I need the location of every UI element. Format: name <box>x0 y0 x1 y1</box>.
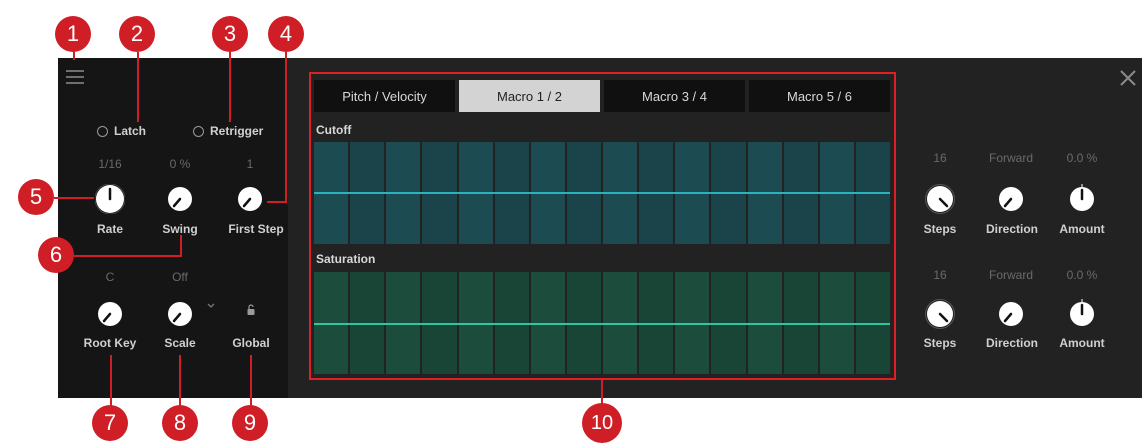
scale-label: Scale <box>164 336 196 350</box>
scale-value: Off <box>172 270 188 284</box>
callout-line-6a <box>74 255 182 257</box>
callout-badge-4: 4 <box>268 16 304 52</box>
lane1-direction-value: Forward <box>988 151 1034 165</box>
lane2-amount-value: 0.0 % <box>1066 268 1098 282</box>
callout-badge-6: 6 <box>38 237 74 273</box>
callout-badge-3: 3 <box>212 16 248 52</box>
latch-toggle[interactable]: Latch <box>97 124 146 138</box>
tab-pitch-velocity[interactable]: Pitch / Velocity <box>314 80 455 112</box>
radio-icon <box>193 125 204 137</box>
macro-tabs: Pitch / Velocity Macro 1 / 2 Macro 3 / 4… <box>314 80 890 112</box>
lane1-amount-knob[interactable] <box>1067 184 1097 214</box>
lane2-steps-knob[interactable] <box>925 299 955 329</box>
lane1-direction-knob[interactable] <box>996 184 1026 214</box>
callout-badge-9: 9 <box>232 405 268 441</box>
callout-line-5 <box>54 197 94 199</box>
rate-knob[interactable] <box>95 184 125 214</box>
tab-macro-5-6[interactable]: Macro 5 / 6 <box>749 80 890 112</box>
callout-line-7 <box>110 355 112 407</box>
swing-value: 0 % <box>169 157 191 171</box>
lock-icon[interactable] <box>246 304 256 316</box>
callout-line-2 <box>137 52 139 122</box>
callout-line-9 <box>250 355 252 407</box>
lane2-direction-label: Direction <box>985 336 1039 350</box>
rate-label: Rate <box>96 222 124 236</box>
callout-badge-5: 5 <box>18 179 54 215</box>
tab-macro-1-2[interactable]: Macro 1 / 2 <box>459 80 600 112</box>
cutoff-baseline <box>314 192 890 194</box>
retrigger-toggle[interactable]: Retrigger <box>193 124 263 138</box>
root-key-knob[interactable] <box>95 299 125 329</box>
swing-knob[interactable] <box>165 184 195 214</box>
lane2-amount-knob[interactable] <box>1067 299 1097 329</box>
radio-icon <box>97 125 108 137</box>
latch-label: Latch <box>114 124 147 138</box>
first-step-knob[interactable] <box>235 184 265 214</box>
rate-value: 1/16 <box>98 157 122 171</box>
callout-line-4b <box>267 201 287 203</box>
lane2-steps-label: Steps <box>923 336 957 350</box>
callout-badge-8: 8 <box>162 405 198 441</box>
global-label: Global <box>232 336 270 350</box>
lane1-steps-value: 16 <box>933 151 947 165</box>
lane1-direction-label: Direction <box>985 222 1039 236</box>
first-step-label: First Step <box>228 222 284 236</box>
callout-line-4a <box>285 52 287 203</box>
scale-knob[interactable] <box>165 299 195 329</box>
lane1-steps-knob[interactable] <box>925 184 955 214</box>
lane2-direction-knob[interactable] <box>996 299 1026 329</box>
first-step-value: 1 <box>246 157 254 171</box>
callout-badge-10: 10 <box>582 403 622 443</box>
lane1-amount-value: 0.0 % <box>1066 151 1098 165</box>
callout-line-3 <box>229 52 231 122</box>
callout-line-6b <box>180 235 182 257</box>
menu-icon[interactable] <box>66 70 84 84</box>
tab-macro-3-4[interactable]: Macro 3 / 4 <box>604 80 745 112</box>
saturation-lane-title: Saturation <box>316 252 376 266</box>
lane2-direction-value: Forward <box>988 268 1034 282</box>
lane1-amount-label: Amount <box>1059 222 1105 236</box>
cutoff-lane-title: Cutoff <box>316 123 352 137</box>
callout-badge-7: 7 <box>92 405 128 441</box>
lane2-steps-value: 16 <box>933 268 947 282</box>
callout-badge-1: 1 <box>55 16 91 52</box>
close-icon[interactable] <box>1118 68 1138 88</box>
swing-label: Swing <box>162 222 198 236</box>
callout-line-8 <box>179 355 181 407</box>
lane2-amount-label: Amount <box>1059 336 1105 350</box>
retrigger-label: Retrigger <box>210 124 264 138</box>
chevron-down-icon[interactable] <box>206 302 216 310</box>
root-key-value: C <box>105 270 115 284</box>
root-key-label: Root Key <box>83 336 137 350</box>
callout-badge-2: 2 <box>119 16 155 52</box>
lane1-steps-label: Steps <box>923 222 957 236</box>
saturation-baseline <box>314 323 890 325</box>
